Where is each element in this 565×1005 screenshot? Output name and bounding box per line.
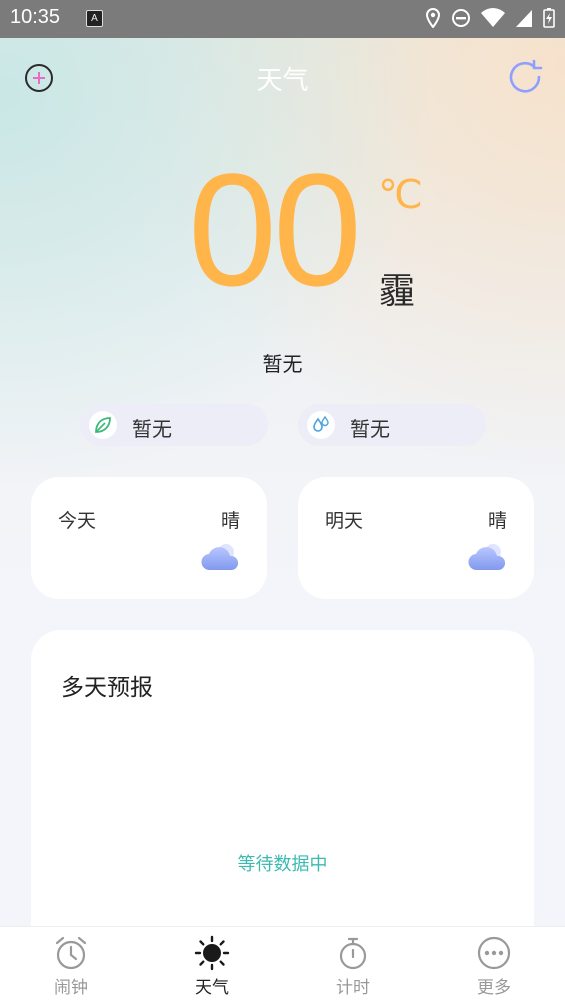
page-title: 天气 [256,66,309,96]
today-card[interactable]: 今天 晴 [31,477,267,599]
status-time: 10:35 [10,6,61,28]
leaf-icon [95,417,111,433]
tab-weather[interactable]: 天气 [172,927,252,1005]
wifi-icon [481,8,505,27]
refresh-icon [509,59,543,93]
humidity-indicator-pill: 暂无 [298,404,486,446]
air-indicator-value: 暂无 [132,417,172,441]
battery-icon [543,8,555,28]
status-notification-badge: A [86,10,103,27]
refresh-button[interactable] [506,58,546,98]
tab-label: 天气 [195,978,229,998]
humidity-icon [313,415,329,432]
cloud-icon [468,544,506,571]
tab-label: 闹钟 [54,978,88,998]
day-name: 明天 [325,510,364,532]
more-icon [477,936,511,970]
humidity-indicator-value: 暂无 [350,417,390,441]
tab-alarm[interactable]: 闹钟 [31,927,111,1005]
signal-icon [516,10,532,27]
day-weather: 晴 [487,510,507,532]
tab-label: 更多 [477,978,511,998]
tab-label: 计时 [336,978,370,998]
status-icons [425,8,555,28]
dnd-icon [452,9,470,27]
air-quality-text: 暂无 [262,352,303,376]
tab-more[interactable]: 更多 [454,927,534,1005]
stopwatch-icon [339,937,367,970]
location-icon [425,8,441,28]
air-indicator-pill: 暂无 [80,404,268,446]
tab-timer[interactable]: 计时 [313,927,393,1005]
tomorrow-card[interactable]: 明天 晴 [298,477,534,599]
status-bar: 10:35 A [0,0,565,38]
weather-condition: 霾 [379,271,416,312]
current-temperature: 00 [188,140,362,319]
cloud-icon [201,544,239,571]
multi-day-forecast-card: 多天预报 等待数据中 [31,630,534,960]
temperature-unit: ℃ [378,173,423,217]
day-name: 今天 [58,510,97,532]
bottom-tab-bar: 闹钟 天气 计时 更多 [0,926,565,1005]
forecast-loading-text: 等待数据中 [237,854,328,875]
alarm-clock-icon [55,936,87,970]
sun-icon [194,935,230,971]
day-weather: 晴 [220,510,240,532]
forecast-title: 多天预报 [61,675,153,701]
